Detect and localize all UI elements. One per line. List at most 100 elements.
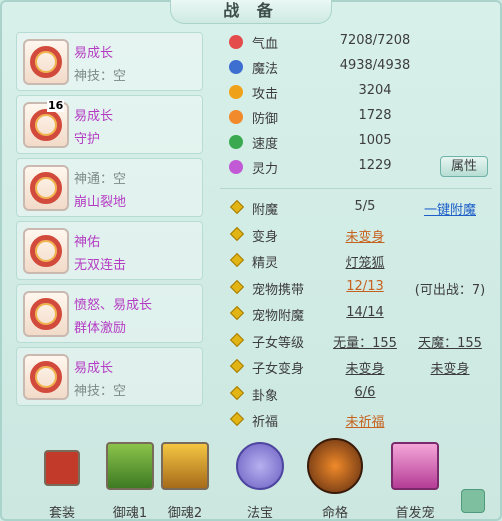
row-enchant: 附魔 5/5 一键附魔 (220, 195, 492, 222)
row-pet-carry: 宠物携带 12/13 (可出战：7) (220, 275, 492, 302)
divider (220, 188, 492, 189)
stat-value: 1728 (358, 108, 392, 123)
row-transform: 变身 未变身 (220, 222, 492, 249)
stat-spirit: 灵力 1229 属性 (220, 155, 492, 180)
pet-carry-link[interactable]: 12/13 (320, 279, 410, 294)
row-child-transform: 子女变身 未变身 未变身 (220, 354, 492, 381)
soul2-icon (161, 442, 209, 490)
equipment-line2: 无双连击 (74, 258, 127, 273)
stat-value: 1229 (358, 158, 392, 173)
stat-value: 4938/4938 (339, 58, 411, 73)
attributes-button[interactable]: 属性 (440, 156, 488, 177)
soul1-label: 御魂1 (112, 506, 148, 521)
row-divination: 卦象 6/6 (220, 381, 492, 408)
equipment-icon (23, 165, 69, 211)
soul2-button[interactable]: 御魂2 (155, 442, 215, 521)
suit-button[interactable]: 套装 (32, 442, 92, 521)
stat-attack: 攻击 3204 (220, 80, 492, 105)
stat-defense: 防御 1728 (220, 105, 492, 130)
fate-button[interactable]: 命格 (305, 438, 365, 521)
blessing-link[interactable]: 未祈福 (320, 411, 410, 430)
diamond-bullet-icon (229, 385, 245, 400)
stat-label: 防御 (252, 112, 279, 127)
fate-label: 命格 (321, 506, 348, 521)
row-label: 子女变身 (252, 362, 305, 377)
diamond-bullet-icon (229, 332, 245, 347)
equipment-line2: 神技：空 (74, 384, 127, 399)
child-level-1-link[interactable]: 无量：155 (320, 332, 410, 351)
equipment-line1: 愤怒、易成长 (74, 298, 153, 313)
equipment-slot-1[interactable]: 易成长 神技：空 (16, 32, 203, 91)
pet-battle-count: (可出战：7) (414, 282, 486, 298)
row-blessing: 祈福 未祈福 (220, 407, 492, 434)
panel-title: 战 备 (170, 0, 332, 24)
mp-icon (229, 60, 243, 74)
stat-hp: 气血 7208/7208 (220, 30, 492, 55)
speed-icon (229, 135, 243, 149)
equipment-line2: 神技：空 (74, 69, 127, 84)
treasure-label: 法宝 (246, 506, 273, 521)
row-label: 卦象 (252, 388, 279, 404)
equipment-line1: 神佑 (74, 235, 101, 250)
suit-icon (44, 450, 80, 486)
first-pet-label: 首发宠 (395, 506, 435, 521)
transform-status-link[interactable]: 未变身 (320, 226, 410, 245)
equipment-line2: 守护 (74, 132, 101, 147)
diamond-bullet-icon (229, 226, 245, 241)
row-label: 变身 (252, 229, 279, 245)
row-label: 宠物附魔 (252, 309, 305, 324)
diamond-bullet-icon (229, 358, 245, 374)
sprite-link[interactable]: 灯笼狐 (320, 252, 410, 271)
equipment-icon (23, 228, 69, 274)
soul1-button[interactable]: 御魂1 (100, 442, 160, 521)
stat-speed: 速度 1005 (220, 130, 492, 155)
first-pet-icon (391, 442, 439, 490)
equipment-line1: 易成长 (74, 361, 114, 376)
stat-label: 魔法 (252, 62, 279, 77)
treasure-button[interactable]: 法宝 (230, 442, 290, 521)
child-transform-1-link[interactable]: 未变身 (320, 358, 410, 377)
equipment-icon (23, 39, 69, 85)
suit-label: 套装 (48, 506, 75, 521)
equipment-slot-4[interactable]: 神佑 无双连击 (16, 221, 203, 280)
edit-note-icon[interactable] (461, 489, 485, 513)
equipment-line2: 群体激励 (74, 321, 127, 336)
equipment-list: 易成长 神技：空 16 易成长 守护 神通：空 崩山裂地 神佑 无双连击 愤怒、… (16, 32, 203, 410)
equipment-icon (23, 354, 69, 400)
fate-icon (307, 438, 363, 494)
diamond-bullet-icon (229, 411, 245, 427)
enchant-count: 5/5 (354, 199, 376, 214)
row-label: 附魔 (252, 203, 279, 218)
equipment-slot-3[interactable]: 神通：空 崩山裂地 (16, 158, 203, 217)
row-label: 子女等级 (252, 335, 305, 351)
soul2-label: 御魂2 (167, 506, 203, 521)
first-pet-button[interactable]: 首发宠 (385, 442, 445, 521)
equipment-line1: 神通：空 (74, 172, 127, 187)
pet-enchant-link[interactable]: 14/14 (320, 305, 410, 320)
treasure-icon (236, 442, 284, 490)
bottom-bar: 套装 御魂1 御魂2 法宝 命格 首发宠 (0, 434, 502, 521)
stat-label: 气血 (252, 37, 279, 52)
equipment-slot-5[interactable]: 愤怒、易成长 群体激励 (16, 284, 203, 343)
stat-label: 攻击 (252, 87, 279, 102)
child-transform-2-link[interactable]: 未变身 (410, 358, 490, 377)
row-label: 精灵 (252, 256, 279, 271)
stats-panel: 气血 7208/7208 魔法 4938/4938 攻击 3204 防御 172… (220, 30, 492, 434)
one-click-enchant-link[interactable]: 一键附魔 (410, 199, 490, 218)
equipment-slot-6[interactable]: 易成长 神技：空 (16, 347, 203, 406)
divination-link[interactable]: 6/6 (320, 385, 410, 400)
row-child-level: 子女等级 无量：155 天魔：155 (220, 328, 492, 355)
equipment-level-badge: 16 (47, 99, 65, 112)
spirit-icon (229, 160, 243, 174)
stat-value: 3204 (358, 83, 392, 98)
stat-value: 1005 (358, 133, 392, 148)
child-level-2-link[interactable]: 天魔：155 (410, 332, 490, 351)
stat-value: 7208/7208 (339, 33, 411, 48)
stat-label: 灵力 (252, 162, 279, 177)
defense-icon (229, 110, 243, 124)
equipment-line1: 易成长 (74, 46, 114, 61)
row-sprite: 精灵 灯笼狐 (220, 248, 492, 275)
diamond-bullet-icon (229, 252, 245, 268)
equipment-slot-2[interactable]: 16 易成长 守护 (16, 95, 203, 154)
attack-icon (229, 85, 243, 99)
